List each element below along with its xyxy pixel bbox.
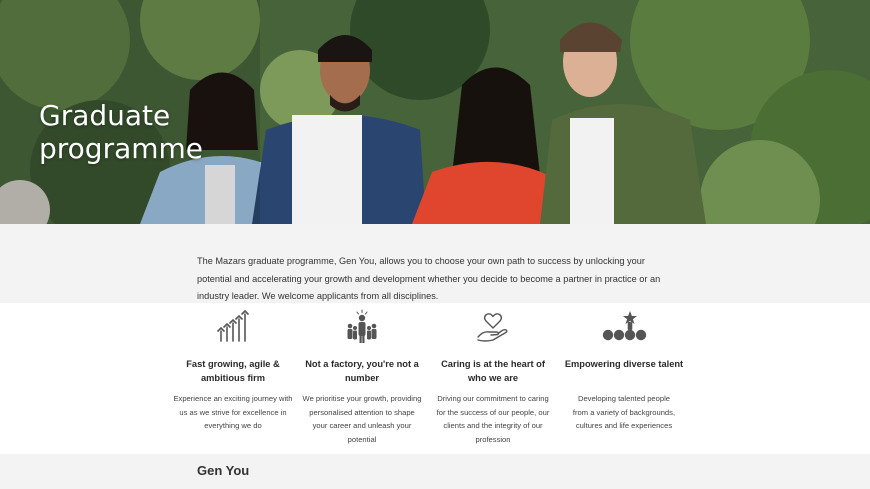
heart-in-hand-icon — [477, 313, 508, 342]
growth-chart-icon — [217, 309, 249, 342]
feature-not-a-number-text: We prioritise your growth, providing per… — [302, 394, 422, 444]
feature-caring-title: Caring is at the heart of who we are — [441, 359, 545, 383]
feature-diverse-talent-title: Empowering diverse talent — [564, 359, 684, 369]
intro-text: The Mazars graduate programme, Gen You, … — [197, 256, 661, 301]
page-title: Graduate programme — [39, 99, 204, 165]
feature-caring: Caring is at the heart of who we are Dri… — [433, 303, 553, 446]
hero-banner: Graduate programme — [0, 0, 870, 224]
gen-you-heading: Gen You — [197, 463, 250, 478]
feature-diverse-talent-text: Developing talented people from a variet… — [572, 394, 676, 431]
feature-growth-title: Fast growing, agile & ambitious firm — [186, 359, 280, 383]
gen-you-section: Gen You — [0, 454, 870, 489]
feature-caring-text: Driving our commitment to caring for the… — [436, 394, 550, 444]
diverse-people-star-icon — [602, 311, 647, 341]
feature-not-a-number-title: Not a factory, you're not a number — [305, 359, 419, 383]
features-section: Fast growing, agile & ambitious firm Exp… — [0, 303, 870, 454]
feature-growth: Fast growing, agile & ambitious firm Exp… — [173, 303, 293, 433]
feature-not-a-number: Not a factory, you're not a number We pr… — [302, 303, 422, 446]
intro-section: The Mazars graduate programme, Gen You, … — [0, 224, 870, 303]
feature-growth-text: Experience an exciting journey with us a… — [173, 394, 293, 431]
person-in-crowd-icon — [347, 309, 377, 343]
feature-diverse-talent: Empowering diverse talent Developing tal… — [564, 303, 684, 433]
